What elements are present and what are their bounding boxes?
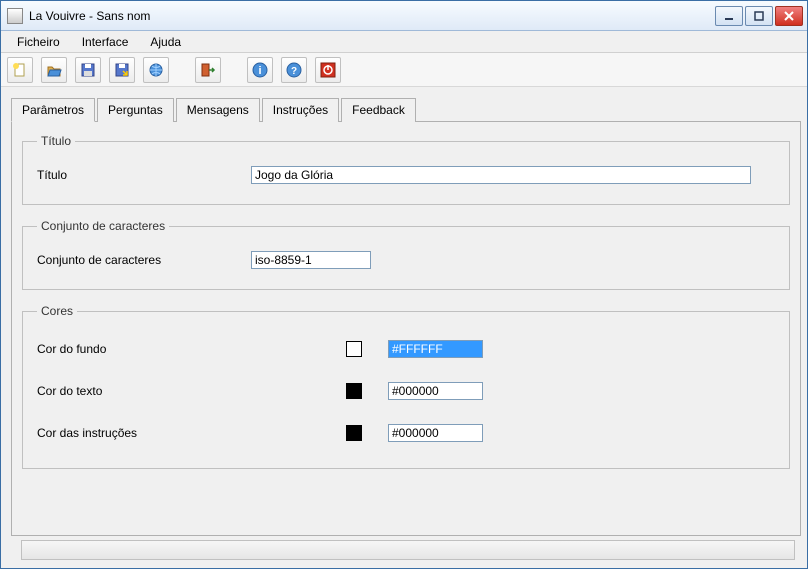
label-charset: Conjunto de caracteres	[37, 253, 237, 267]
svg-text:i: i	[258, 65, 261, 77]
input-charset[interactable]	[251, 251, 371, 269]
tab-parametros[interactable]: Parâmetros	[11, 98, 95, 122]
tab-strip: Parâmetros Perguntas Mensagens Instruçõe…	[11, 97, 801, 121]
tab-perguntas[interactable]: Perguntas	[97, 98, 174, 122]
label-cor-texto: Cor do texto	[37, 384, 237, 398]
input-cor-fundo[interactable]: #FFFFFF	[388, 340, 483, 358]
content-area: Parâmetros Perguntas Mensagens Instruçõe…	[1, 87, 807, 568]
input-cor-instrucoes[interactable]	[388, 424, 483, 442]
tab-panel-parametros: Título Título Conjunto de caracteres Con…	[11, 121, 801, 536]
tab-feedback[interactable]: Feedback	[341, 98, 416, 122]
swatch-cor-instrucoes[interactable]	[346, 425, 362, 441]
toolbar: i ?	[1, 53, 807, 87]
group-titulo: Título Título	[22, 134, 790, 205]
tab-instrucoes[interactable]: Instruções	[262, 98, 339, 122]
menu-ajuda[interactable]: Ajuda	[140, 33, 191, 51]
group-charset: Conjunto de caracteres Conjunto de carac…	[22, 219, 790, 290]
legend-titulo: Título	[37, 134, 75, 148]
toolbar-power[interactable]	[315, 57, 341, 83]
group-cores: Cores Cor do fundo #FFFFFF Cor do texto …	[22, 304, 790, 469]
statusbar	[21, 540, 795, 560]
swatch-cor-fundo[interactable]	[346, 341, 362, 357]
titlebar: La Vouivre - Sans nom	[1, 1, 807, 31]
input-cor-texto[interactable]	[388, 382, 483, 400]
power-icon	[320, 62, 336, 78]
info-icon: i	[252, 62, 268, 78]
saveas-icon	[114, 62, 130, 78]
help-icon: ?	[286, 62, 302, 78]
window-title: La Vouivre - Sans nom	[29, 9, 715, 23]
toolbar-open[interactable]	[41, 57, 67, 83]
label-cor-instrucoes: Cor das instruções	[37, 426, 237, 440]
app-icon	[7, 8, 23, 24]
menubar: Ficheiro Interface Ajuda	[1, 31, 807, 53]
toolbar-help[interactable]: ?	[281, 57, 307, 83]
toolbar-saveas[interactable]	[109, 57, 135, 83]
toolbar-new[interactable]	[7, 57, 33, 83]
minimize-button[interactable]	[715, 6, 743, 26]
globe-icon	[148, 62, 164, 78]
menu-ficheiro[interactable]: Ficheiro	[7, 33, 70, 51]
exit-icon	[200, 62, 216, 78]
legend-charset: Conjunto de caracteres	[37, 219, 169, 233]
swatch-cor-texto[interactable]	[346, 383, 362, 399]
input-titulo[interactable]	[251, 166, 751, 184]
toolbar-save[interactable]	[75, 57, 101, 83]
app-window: La Vouivre - Sans nom Ficheiro Interface…	[0, 0, 808, 569]
label-titulo: Título	[37, 168, 237, 182]
tab-mensagens[interactable]: Mensagens	[176, 98, 260, 122]
label-cor-fundo: Cor do fundo	[37, 342, 237, 356]
minimize-icon	[724, 11, 734, 21]
menu-interface[interactable]: Interface	[72, 33, 139, 51]
close-icon	[784, 11, 794, 21]
close-button[interactable]	[775, 6, 803, 26]
svg-text:?: ?	[291, 66, 297, 77]
maximize-button[interactable]	[745, 6, 773, 26]
new-icon	[12, 62, 28, 78]
legend-cores: Cores	[37, 304, 77, 318]
maximize-icon	[754, 11, 764, 21]
toolbar-exit[interactable]	[195, 57, 221, 83]
toolbar-info[interactable]: i	[247, 57, 273, 83]
save-icon	[80, 62, 96, 78]
toolbar-web[interactable]	[143, 57, 169, 83]
open-icon	[46, 62, 62, 78]
